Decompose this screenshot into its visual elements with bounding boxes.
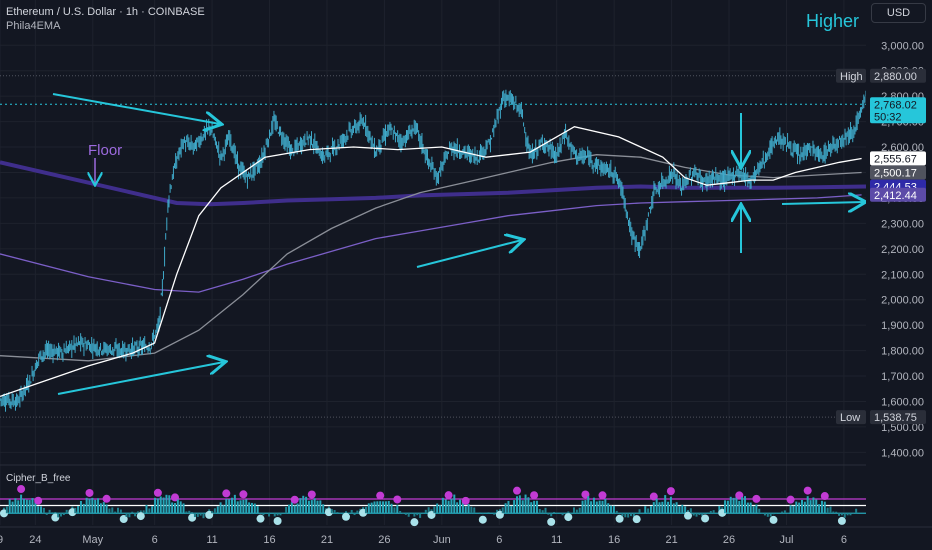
osc-dot (837, 516, 846, 525)
osc-dot (239, 490, 248, 499)
price-label-value: 2,555.67 (874, 153, 917, 165)
osc-dot (17, 485, 26, 494)
osc-dot (478, 515, 487, 524)
time-tick-label: 24 (29, 534, 41, 546)
time-tick-label: 9 (0, 534, 3, 546)
indicator-title[interactable]: Phila4EMA (6, 20, 60, 32)
time-tick-label: 11 (551, 534, 562, 546)
price-tick-label: 1,600.00 (881, 396, 924, 408)
osc-dot (769, 515, 778, 524)
arrow-right (781, 202, 864, 204)
price-label-value: 2,880.00 (874, 71, 917, 83)
price-tick-label: 1,900.00 (881, 320, 924, 332)
osc-dot (273, 517, 282, 526)
price-label-value: 2,500.17 (874, 167, 917, 179)
symbol-title[interactable]: Ethereum / U.S. Dollar · 1h · COINBASE (6, 6, 205, 18)
arrow-mid (416, 240, 522, 268)
oscillator-name: Cipher_B_free (6, 473, 71, 484)
currency-button[interactable]: USD (871, 3, 926, 23)
osc-dot (410, 518, 419, 527)
osc-dot (342, 512, 350, 521)
price-series (0, 89, 867, 412)
osc-dot (256, 514, 265, 523)
osc-dot (786, 495, 795, 504)
price-label-value: 2,768.02 (874, 99, 917, 111)
price-tick-label: 2,300.00 (881, 218, 924, 230)
time-axis: 9 24 May 6 11 16 21 26 Jun 6 11 16 21 26 Jul 6 (0, 526, 932, 550)
time-tick-label: 26 (378, 534, 390, 546)
osc-dot (393, 495, 402, 504)
time-tick-label: 11 (206, 534, 217, 546)
osc-dot (461, 496, 470, 505)
ema-line (0, 194, 862, 293)
price-chart[interactable]: 82.2560.0053.0044.7744.77 3,000.002,900.… (0, 0, 932, 550)
price-label-value: 2,412.44 (874, 190, 917, 202)
osc-dot (547, 517, 556, 526)
time-tick-label: May (82, 534, 103, 546)
osc-dot (632, 515, 641, 524)
time-tick-label: 6 (496, 534, 502, 546)
price-tag-label: High (840, 71, 863, 83)
time-tick-label: 26 (723, 534, 735, 546)
osc-dot (820, 492, 829, 501)
time-tick-label: Jun (433, 534, 451, 546)
time-tick-label: 21 (321, 534, 333, 546)
time-tick-label: Jul (779, 534, 793, 546)
osc-dot (222, 489, 231, 498)
osc-dot (102, 494, 111, 503)
osc-dot (598, 491, 607, 500)
time-tick-label: 21 (665, 534, 677, 546)
osc-dot (136, 512, 145, 521)
osc-dot (290, 495, 299, 504)
price-tick-label: 1,700.00 (881, 371, 924, 383)
osc-dot (513, 486, 521, 495)
price-tick-label: 1,800.00 (881, 346, 924, 358)
osc-dot (34, 496, 43, 505)
cipher-b-oscillator: 82.2560.0053.0044.7744.77 (0, 460, 932, 527)
ema-mid-line (0, 154, 862, 362)
osc-dot (803, 486, 812, 495)
price-label-value: 1,538.75 (874, 412, 917, 424)
ema-slow-line (0, 194, 862, 293)
higher-annotation: Higher (806, 11, 860, 31)
osc-dot (701, 514, 710, 523)
osc-dot (153, 488, 162, 497)
price-tag-label: Low (840, 412, 860, 424)
price-tick-label: 2,100.00 (881, 269, 924, 281)
countdown-label: 50:32 (874, 111, 902, 123)
time-tick-label: 6 (841, 534, 847, 546)
ema-line (0, 154, 862, 362)
osc-dot (564, 513, 573, 522)
osc-dot (666, 487, 675, 496)
osc-dot (530, 491, 539, 500)
arrow-topleft (52, 93, 220, 124)
osc-dot (752, 494, 761, 503)
time-tick-label: 16 (263, 534, 275, 546)
floor-annotation: Floor (88, 142, 122, 159)
osc-dot (444, 491, 453, 500)
osc-dot (376, 491, 385, 500)
time-tick-label: 6 (152, 534, 158, 546)
osc-dot (85, 488, 94, 497)
arrow-bottomleft (57, 362, 224, 395)
price-tick-label: 3,000.00 (881, 40, 924, 52)
price-tick-label: 1,400.00 (881, 447, 924, 459)
time-tick-label: 16 (608, 534, 620, 546)
price-tick-label: 2,200.00 (881, 244, 924, 256)
osc-dot (307, 490, 316, 499)
annotation-arrows (52, 93, 864, 395)
price-tick-label: 2,000.00 (881, 295, 924, 307)
